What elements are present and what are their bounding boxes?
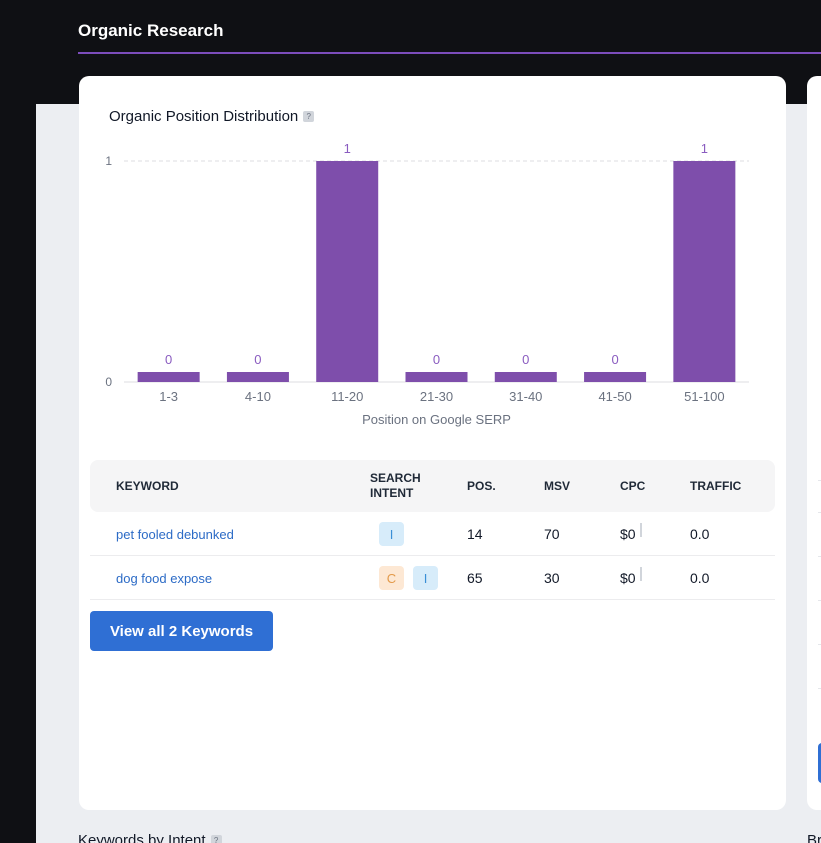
keywords-table: KEYWORD SEARCH INTENT POS. MSV CPC TRAFF… <box>90 460 775 600</box>
intent-badge-commercial: C <box>379 566 404 590</box>
intent-badge-informational: I <box>413 566 438 590</box>
position-distribution-chart: 0 1 0 1-3 0 4-10 1 11-20 0 21-30 0 31-40 0 41-50 1 51-1… <box>105 141 749 427</box>
cpc-indicator <box>639 567 642 581</box>
x-tick-label: 31-40 <box>509 389 542 404</box>
chart-bar <box>316 161 379 382</box>
section-title: Organic Research <box>78 21 224 40</box>
help-icon[interactable]: ? <box>303 111 315 122</box>
table-row: pet fooled debunked I 14 70 $0 0.0 <box>90 512 775 556</box>
cpc-cell: $0 <box>620 556 642 600</box>
section-header: Organic Research <box>78 0 821 55</box>
chart-bar <box>137 372 200 382</box>
pos-cell: 14 <box>467 526 483 542</box>
data-label: 1 <box>344 141 351 156</box>
chart-bar <box>673 161 736 382</box>
help-icon[interactable]: ? <box>210 835 222 843</box>
card-title-text: Organic Position Distribution <box>109 108 299 125</box>
x-tick-label: 4-10 <box>245 389 271 404</box>
keywords-by-intent-text: Keywords by Intent <box>78 832 206 843</box>
x-tick-label: 21-30 <box>420 389 453 404</box>
header-msv[interactable]: MSV <box>544 460 570 512</box>
data-label: 0 <box>254 352 261 367</box>
x-tick-label: 51-100 <box>684 389 724 404</box>
position-distribution-card: Organic Position Distribution ? 0 1 0 1-3 0 4… <box>79 76 786 810</box>
header-search-intent[interactable]: SEARCH INTENT <box>370 460 421 512</box>
data-label: 0 <box>433 352 440 367</box>
x-tick-label: 41-50 <box>598 389 631 404</box>
table-row: dog food expose C I 65 30 $0 0.0 <box>90 556 775 600</box>
chart-bar <box>584 372 647 382</box>
header-traffic[interactable]: TRAFFIC <box>690 460 741 512</box>
keywords-by-intent-title: Keywords by Intent ? <box>78 832 222 843</box>
y-tick-label: 0 <box>105 375 112 389</box>
cpc-indicator <box>639 523 642 537</box>
data-label: 0 <box>611 352 618 367</box>
header-intent-line1: SEARCH <box>370 471 421 485</box>
intent-badge-informational: I <box>379 522 404 546</box>
view-all-keywords-button[interactable]: View all 2 Keywords <box>90 611 273 651</box>
header-keyword[interactable]: KEYWORD <box>116 460 179 512</box>
x-tick-label: 11-20 <box>331 389 363 404</box>
adjacent-section-title: Br <box>807 832 821 843</box>
msv-cell: 30 <box>544 570 560 586</box>
card-title: Organic Position Distribution ? <box>109 108 315 125</box>
chart-bar <box>405 372 468 382</box>
data-label: 0 <box>522 352 529 367</box>
x-tick-label: 1-3 <box>159 389 178 404</box>
keyword-link[interactable]: dog food expose <box>116 571 212 586</box>
header-pos[interactable]: POS. <box>467 460 496 512</box>
pos-cell: 65 <box>467 570 483 586</box>
cpc-value: $0 <box>620 526 636 542</box>
data-label: 1 <box>701 141 708 156</box>
cpc-value: $0 <box>620 570 636 586</box>
traffic-cell: 0.0 <box>690 526 710 542</box>
table-header: KEYWORD SEARCH INTENT POS. MSV CPC TRAFF… <box>90 460 775 512</box>
chart-bar <box>494 372 557 382</box>
chart-bar <box>226 372 289 382</box>
msv-cell: 70 <box>544 526 560 542</box>
adjacent-card <box>807 76 821 810</box>
header-underline <box>78 52 821 54</box>
keyword-link[interactable]: pet fooled debunked <box>116 527 234 542</box>
intent-cell: I <box>379 512 413 556</box>
traffic-cell: 0.0 <box>690 570 710 586</box>
data-label: 0 <box>165 352 172 367</box>
cpc-cell: $0 <box>620 512 642 556</box>
intent-cell: C I <box>379 556 447 600</box>
header-cpc[interactable]: CPC <box>620 460 645 512</box>
y-tick-label: 1 <box>105 154 112 168</box>
header-intent-line2: INTENT <box>370 486 414 500</box>
x-axis-label: Position on Google SERP <box>362 412 511 427</box>
